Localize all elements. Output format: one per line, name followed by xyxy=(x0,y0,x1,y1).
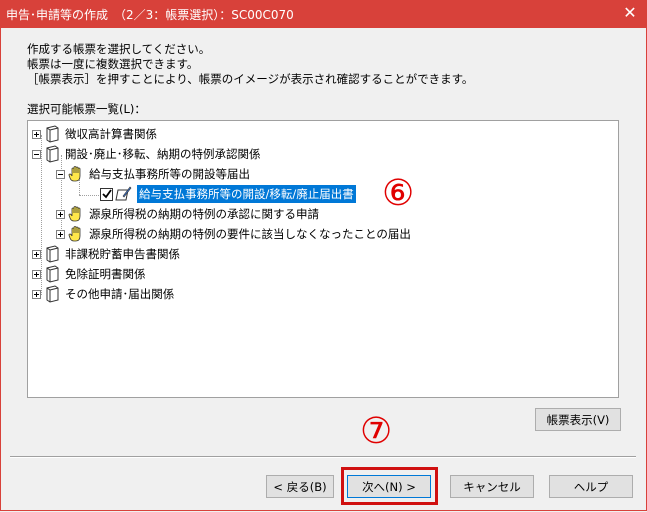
collapse-icon[interactable] xyxy=(32,149,41,159)
expand-icon[interactable] xyxy=(56,209,65,219)
form-preview-button[interactable]: 帳票表示(V) xyxy=(535,408,621,431)
window-title: 申告･申請等の作成 （2／3：帳票選択）：SC00C070 xyxy=(6,8,294,22)
book-icon xyxy=(46,265,59,283)
tree-item-label: 給与支払事務所等の開設等届出 xyxy=(89,167,250,181)
expand-icon[interactable] xyxy=(32,269,41,279)
separator xyxy=(10,456,636,458)
form-tree-view[interactable]: 徴収高計算書関係 開設･廃止･移転、納期の特例承認関係 給与支払事務所等の開設等… xyxy=(27,120,619,398)
tree-item-label: 徴収高計算書関係 xyxy=(65,127,157,141)
annotation-step-7: ⑦ xyxy=(360,411,393,452)
close-icon[interactable]: ✕ xyxy=(621,4,639,22)
tree-item-salary-office-form[interactable]: 給与支払事務所等の開設/移転/廃止届出書 xyxy=(100,184,356,204)
hand-icon xyxy=(68,166,81,182)
form-pen-icon xyxy=(115,186,132,201)
expand-icon[interactable] xyxy=(32,289,41,299)
tree-item-salary-office-notice[interactable]: 給与支払事務所等の開設等届出 xyxy=(56,164,250,184)
tree-item-withholding-calc[interactable]: 徴収高計算書関係 xyxy=(32,124,157,144)
tree-item-payment-special-application[interactable]: 源泉所得税の納期の特例の承認に関する申請 xyxy=(56,204,319,224)
check-icon xyxy=(101,189,112,199)
form-list-label: 選択可能帳票一覧(L)： xyxy=(27,102,146,116)
book-icon xyxy=(46,245,59,263)
cancel-button[interactable]: キャンセル xyxy=(450,475,534,498)
collapse-icon[interactable] xyxy=(56,169,65,179)
instruction-line: ［帳票表示］を押すことにより、帳票のイメージが表示され確認することができます。 xyxy=(27,72,474,86)
hand-icon xyxy=(68,226,81,242)
tree-connector xyxy=(79,195,99,196)
expand-icon[interactable] xyxy=(56,229,65,239)
tree-item-payment-special-notice[interactable]: 源泉所得税の納期の特例の要件に該当しなくなったことの届出 xyxy=(56,224,411,244)
tree-item-label: 免除証明書関係 xyxy=(65,267,146,281)
tree-item-label: 給与支払事務所等の開設/移転/廃止届出書 xyxy=(137,185,356,203)
next-button[interactable]: 次へ(N) > xyxy=(347,475,431,498)
instruction-line: 作成する帳票を選択してください。 xyxy=(27,42,211,56)
book-open-icon xyxy=(46,145,59,163)
back-button[interactable]: < 戻る(B) xyxy=(266,475,334,498)
tree-item-label: 開設･廃止･移転、納期の特例承認関係 xyxy=(65,147,261,161)
tree-item-label: その他申請･届出関係 xyxy=(65,287,175,301)
hand-icon xyxy=(68,206,81,222)
annotation-step-6: ⑥ xyxy=(382,173,415,214)
book-icon xyxy=(46,285,59,303)
title-bar: 申告･申請等の作成 （2／3：帳票選択）：SC00C070 ✕ xyxy=(0,0,647,28)
tree-item-tax-exempt-savings[interactable]: 非課税貯蓄申告書関係 xyxy=(32,244,180,264)
tree-item-opening-closing[interactable]: 開設･廃止･移転、納期の特例承認関係 xyxy=(32,144,261,164)
tree-item-other-applications[interactable]: その他申請･届出関係 xyxy=(32,284,174,304)
tree-item-exemption-certificate[interactable]: 免除証明書関係 xyxy=(32,264,146,284)
tree-item-label: 源泉所得税の納期の特例の要件に該当しなくなったことの届出 xyxy=(89,227,411,241)
help-button[interactable]: ヘルプ xyxy=(549,475,633,498)
tree-item-label: 源泉所得税の納期の特例の承認に関する申請 xyxy=(89,207,319,221)
expand-icon[interactable] xyxy=(32,249,41,259)
instructions: 作成する帳票を選択してください。 帳票は一度に複数選択できます。 ［帳票表示］を… xyxy=(27,42,473,87)
book-icon xyxy=(46,125,59,143)
checkbox-checked[interactable] xyxy=(100,187,113,201)
expand-icon[interactable] xyxy=(32,129,41,139)
tree-item-label: 非課税貯蓄申告書関係 xyxy=(65,247,180,261)
instruction-line: 帳票は一度に複数選択できます。 xyxy=(27,57,199,71)
